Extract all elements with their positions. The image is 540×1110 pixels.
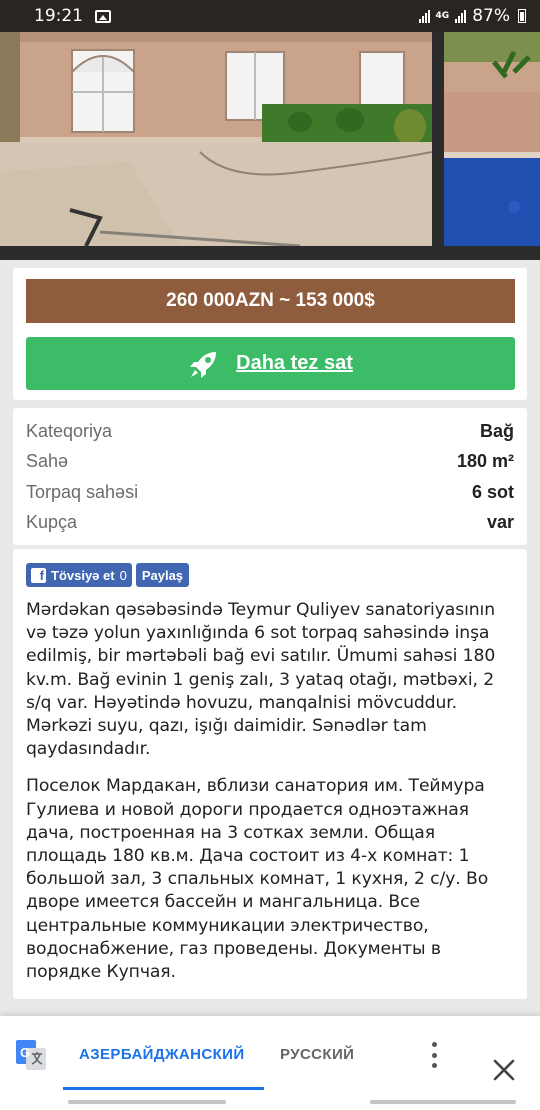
listing-photo-next[interactable] — [444, 32, 540, 246]
pool-photo-image — [444, 32, 540, 246]
battery-percent: 87% — [472, 6, 510, 26]
status-bar: 19:21 4G 87% — [0, 0, 540, 32]
like-label: Tövsiyə et — [51, 567, 115, 583]
facebook-icon: f — [31, 567, 46, 583]
detail-key: Torpaq sahəsi — [26, 481, 139, 502]
price-text: 260 000AZN ~ 153 000$ — [166, 290, 375, 311]
details-card: Kateqoriya Bağ Sahə 180 m² Torpaq sahəsi… — [13, 408, 527, 545]
gallery-icon — [95, 9, 111, 23]
battery-icon — [518, 9, 526, 23]
detail-value: 180 m² — [456, 451, 514, 472]
tab-language-azerbaijani[interactable]: АЗЕРБАЙДЖАНСКИЙ — [79, 1046, 245, 1063]
detail-value: 6 sot — [471, 481, 514, 502]
status-time: 19:21 — [34, 6, 83, 26]
facebook-share-button[interactable]: Paylaş — [135, 563, 190, 587]
translate-bar: G АЗЕРБАЙДЖАНСКИЙ РУССКИЙ — [0, 1016, 540, 1110]
photo-gallery[interactable] — [0, 32, 540, 260]
listing-photo-main[interactable] — [0, 32, 432, 246]
detail-key: Sahə — [26, 451, 69, 472]
nav-gesture-bar-right — [370, 1100, 516, 1104]
google-translate-icon: G — [16, 1040, 46, 1070]
signal-2-icon — [455, 9, 467, 23]
share-label: Paylaş — [141, 567, 184, 583]
sell-faster-button[interactable]: Daha tez sat — [26, 337, 515, 390]
more-options-icon[interactable] — [424, 1042, 444, 1068]
detail-row-deed: Kupça var — [26, 508, 514, 539]
description-az: Mərdəkan qəsəbəsində Teymur Quliyev sana… — [26, 600, 496, 760]
detail-key: Kateqoriya — [26, 420, 113, 441]
sell-faster-label: Daha tez sat — [236, 352, 353, 374]
active-tab-indicator — [63, 1087, 264, 1090]
close-icon[interactable] — [492, 1058, 516, 1082]
detail-row-area: Sahə 180 m² — [26, 447, 514, 478]
house-photo-image — [0, 32, 432, 246]
svg-text:G: G — [20, 1045, 30, 1060]
detail-key: Kupça — [26, 512, 78, 533]
network-type: 4G — [435, 10, 450, 21]
status-right: 4G 87% — [418, 6, 526, 26]
detail-row-land-area: Torpaq sahəsi 6 sot — [26, 477, 514, 508]
price-bar: 260 000AZN ~ 153 000$ — [26, 279, 515, 323]
description-ru: Поселок Мардакан, вблизи санатория им. Т… — [26, 776, 489, 983]
detail-value: var — [486, 512, 514, 533]
rocket-icon — [190, 351, 217, 378]
nav-gesture-bar-left — [68, 1100, 226, 1104]
description-card: f Tövsiyə et 0 Paylaş Mərdəkan qəsəbəsin… — [13, 549, 527, 999]
facebook-like-button[interactable]: f Tövsiyə et 0 — [26, 563, 132, 587]
tab-language-russian[interactable]: РУССКИЙ — [280, 1046, 354, 1063]
detail-value: Bağ — [479, 420, 514, 441]
like-count: 0 — [119, 567, 127, 583]
detail-row-category: Kateqoriya Bağ — [26, 416, 514, 447]
price-card: 260 000AZN ~ 153 000$ Daha tez sat — [13, 268, 527, 400]
social-buttons: f Tövsiyə et 0 Paylaş — [26, 563, 514, 587]
signal-1-icon — [418, 9, 430, 23]
